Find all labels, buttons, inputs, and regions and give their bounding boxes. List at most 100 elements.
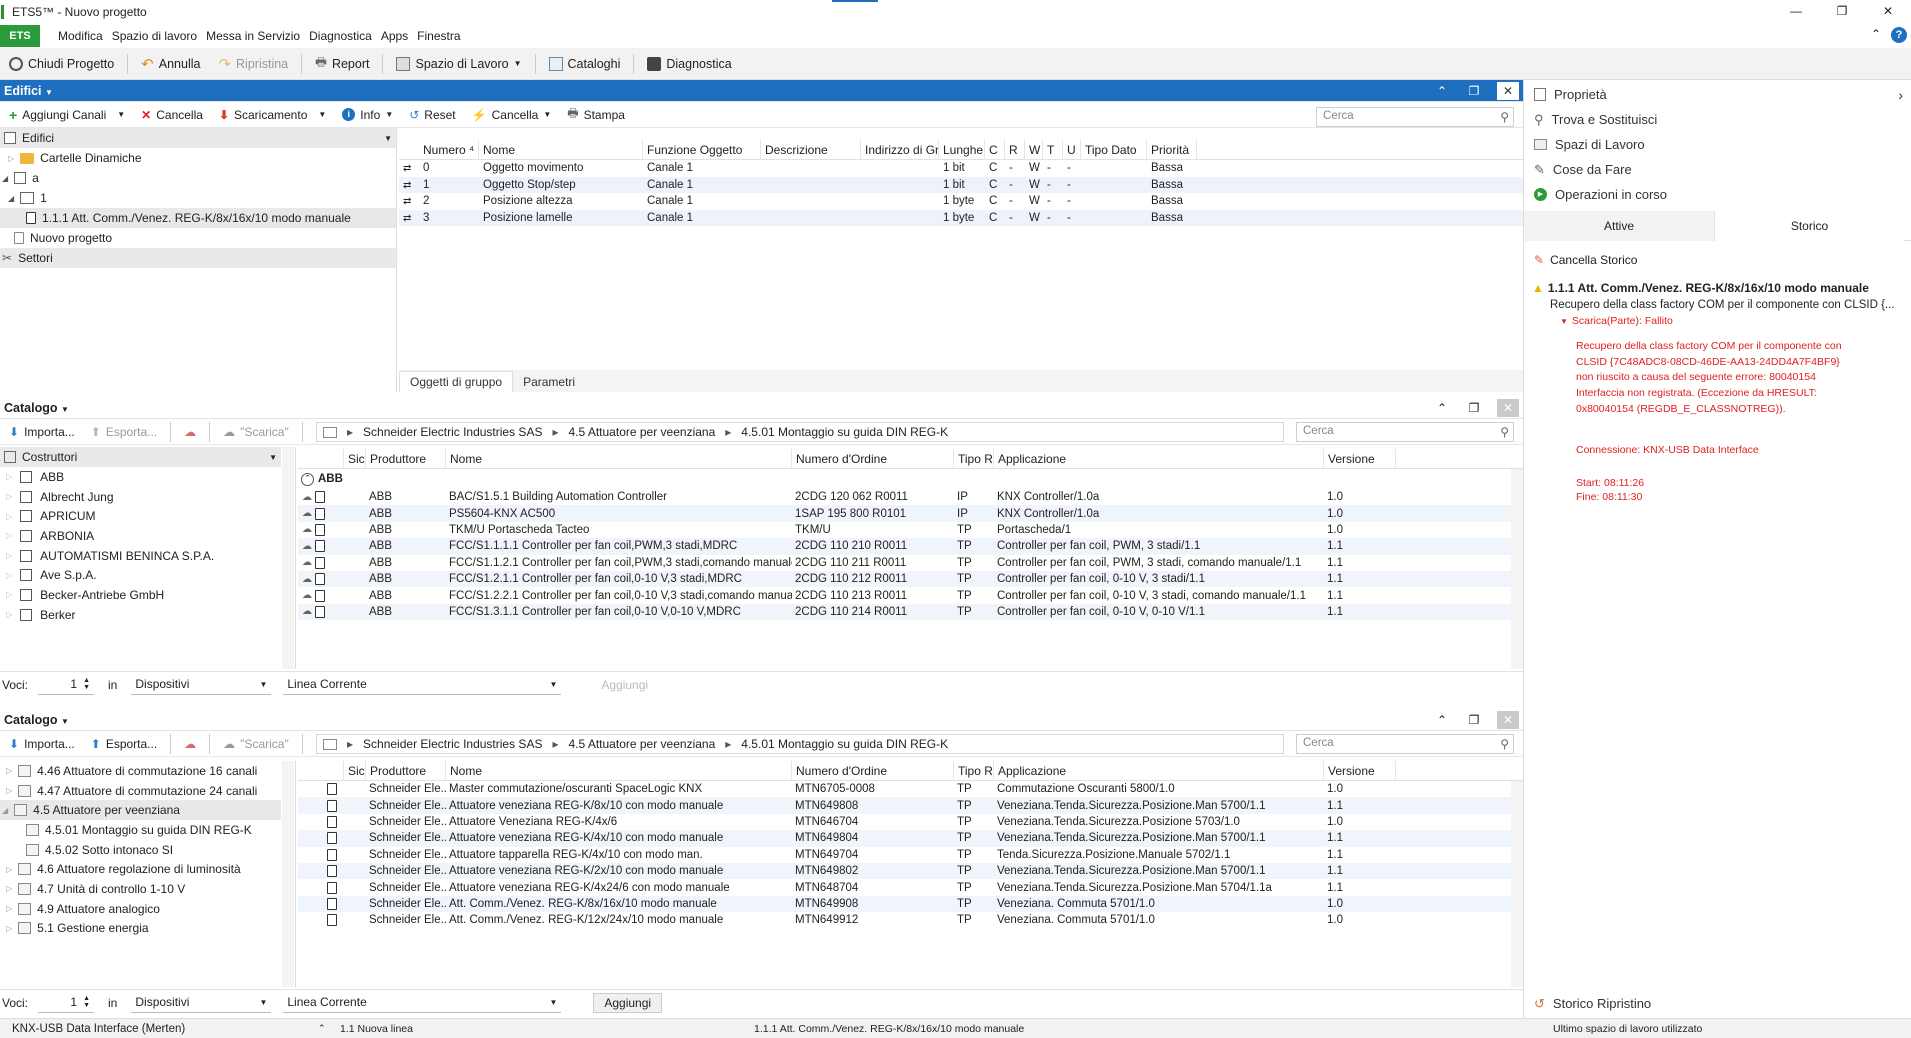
catalog-row[interactable]: Schneider Ele... Attuatore Veneziana REG-… (298, 814, 1523, 830)
export-button[interactable]: ⬆ Esporta... (84, 425, 164, 439)
voci-stepper[interactable]: 1 ▲ ▼ (38, 993, 95, 1013)
catalog-tree-item[interactable]: ▷ 4.47 Attuatore di commutazione 24 canal… (0, 781, 281, 801)
undo-button[interactable]: ↶ Annulla (132, 49, 209, 79)
catalog-row[interactable]: Schneider Ele... Attuatore veneziana REG-… (298, 879, 1523, 895)
col-applicazione[interactable]: Applicazione (994, 449, 1324, 469)
col-w[interactable]: W (1025, 139, 1043, 160)
catalog-row[interactable]: Schneider Ele... Att. Comm./Venez. REG-K/… (298, 912, 1523, 928)
catalog-row[interactable]: ☁ ABB FCC/S1.1.1.1 Controller per fan coil… (298, 538, 1523, 555)
group-row-abb[interactable]: ˆ ABB (298, 469, 1523, 489)
catalog-row[interactable]: Schneider Ele... Attuatore tapparella REG… (298, 847, 1523, 863)
object-row[interactable]: ⇄ 0 Oggetto movimento Canale 11 bit C - W - - Bas… (399, 160, 1523, 177)
catalog-download-button[interactable]: ☁ "Scarica" (216, 425, 296, 439)
maximize-panel-icon[interactable]: ❐ (1465, 713, 1483, 727)
catalog-tree-item[interactable]: 4.5.01 Montaggio su guida DIN REG-K (0, 820, 281, 840)
find-replace-item[interactable]: ⚲ Trova e Sostituisci (1524, 107, 1911, 132)
catalog-tree-item[interactable]: ◢ 4.5 Attuatore per veenziana (0, 800, 281, 821)
redo-button[interactable]: ↷ Ripristina (209, 49, 297, 79)
close-panel-icon[interactable]: ✕ (1497, 398, 1519, 417)
catalog-row[interactable]: Schneider Ele... Att. Comm./Venez. REG-K/… (298, 895, 1523, 913)
col-produttore[interactable]: Produttore (366, 449, 446, 469)
col-numero[interactable]: Numero ⁴ (419, 139, 479, 160)
col-nome[interactable]: Nome (446, 449, 792, 469)
col-versione[interactable]: Versione (1324, 761, 1396, 781)
tree-item-cartelle-dinamiche[interactable]: ▷ Cartelle Dinamiche (0, 148, 396, 168)
manufacturer-item[interactable]: ▷ ABB (0, 467, 295, 487)
manufacturer-item[interactable]: ▷ APRICUM (0, 506, 295, 526)
col-produttore[interactable]: Produttore (366, 761, 446, 781)
col-applicazione[interactable]: Applicazione (994, 761, 1324, 781)
catalog-download-button[interactable]: ☁ "Scarica" (216, 737, 296, 751)
import-button[interactable]: ⬇ Importa... (2, 737, 82, 751)
menu-item-diagnostica[interactable]: Diagnostica (309, 29, 372, 43)
collapse-icon[interactable]: ⌃ (1433, 713, 1451, 727)
menu-item-modifica[interactable]: Modifica (58, 29, 103, 43)
history-entry-title[interactable]: ▲ 1.1.1 Att. Comm./Venez. REG-K/8x/16x/10… (1524, 267, 1911, 295)
manufacturer-item[interactable]: ▷ Albrecht Jung (0, 487, 295, 507)
catalog-row[interactable]: ☁ ABB BAC/S1.5.1 Building Automation Contr… (298, 489, 1523, 505)
filter-select[interactable]: Dispositivi ▼ (131, 675, 272, 695)
col-indirizzo[interactable]: Indirizzo di Gr (861, 139, 939, 160)
breadcrumb-item[interactable]: 4.5 Attuatore per veenziana (568, 737, 715, 751)
line-select[interactable]: Linea Corrente ▼ (283, 675, 562, 695)
breadcrumb-item[interactable]: 4.5.01 Montaggio su guida DIN REG-K (741, 425, 948, 439)
col-numero-ordine[interactable]: Numero d'Ordine (792, 761, 954, 781)
catalog-row[interactable]: Schneider Ele... Attuatore veneziana REG-… (298, 797, 1523, 814)
voci-stepper[interactable]: 1 ▲ ▼ (38, 675, 95, 695)
tree-item-device[interactable]: 1.1.1 Att. Comm./Venez. REG-K/8x/16x/10 … (0, 208, 396, 228)
tree-item-nuovo-progetto[interactable]: Nuovo progetto (0, 228, 396, 248)
col-t[interactable]: T (1043, 139, 1063, 160)
menu-item-apps[interactable]: Apps (381, 29, 408, 43)
add-button[interactable]: Aggiungi (593, 992, 663, 1013)
status-interface[interactable]: KNX-USB Data Interface (Merten) (0, 1023, 318, 1035)
col-sic[interactable]: Sic (344, 449, 366, 469)
col-r[interactable]: R (1005, 139, 1025, 160)
manufacturer-item[interactable]: ▷ Becker-Antriebe GmbH (0, 585, 295, 605)
info-button[interactable]: i Info ▼ (335, 108, 400, 122)
chevron-up-icon[interactable]: ⌃ (1871, 27, 1881, 41)
breadcrumb-item[interactable]: 4.5.01 Montaggio su guida DIN REG-K (741, 737, 948, 751)
catalog1-search-input[interactable]: Cerca ⚲ (1296, 422, 1514, 442)
col-tipo[interactable]: Tipo R (954, 449, 994, 469)
unload-button[interactable]: ⚡ Cancella ▼ (465, 108, 559, 122)
manufacturer-item[interactable]: ▷ Berker (0, 605, 295, 625)
tab-oggetti-di-gruppo[interactable]: Oggetti di gruppo (399, 371, 514, 392)
catalog-row[interactable]: ☁ ABB FCC/S1.1.2.1 Controller per fan coil… (298, 555, 1523, 571)
workspaces-item[interactable]: Spazi di Lavoro (1524, 132, 1911, 157)
col-lunghezza[interactable]: Lunghe (939, 139, 985, 160)
catalog-row[interactable]: Schneider Ele... Master commutazione/oscu… (298, 781, 1523, 797)
close-icon[interactable]: ✕ (1865, 0, 1911, 22)
catalog-row[interactable]: ☁ ABB FCC/S1.3.1.1 Controller per fan coil… (298, 603, 1523, 621)
catalog-row[interactable]: Schneider Ele... Attuatore veneziana REG-… (298, 830, 1523, 847)
import-button[interactable]: ⬇ Importa... (2, 425, 82, 439)
line-select[interactable]: Linea Corrente ▼ (283, 993, 562, 1013)
col-tipo[interactable]: Tipo R (954, 761, 994, 781)
maximize-panel-icon[interactable]: ❐ (1465, 401, 1483, 415)
col-u[interactable]: U (1063, 139, 1081, 160)
edifici-title-dropdown[interactable]: Edifici ▼ (0, 84, 53, 98)
diagnostics-button[interactable]: Diagnostica (638, 49, 740, 79)
tree-item-1[interactable]: ◢ 1 (0, 188, 396, 208)
col-funzione-oggetto[interactable]: Funzione Oggetto (643, 139, 761, 160)
todo-item[interactable]: ✎ Cose da Fare (1524, 157, 1911, 182)
catalog-row[interactable]: ☁ ABB PS5604-KNX AC500 1SAP 195 800 R0101 IP… (298, 505, 1523, 522)
catalog-tree-item[interactable]: ▷ 4.9 Attuatore analogico (0, 899, 281, 919)
tree-header-edifici[interactable]: Edifici ▼ (0, 128, 396, 148)
edifici-search-input[interactable]: Cerca ⚲ (1316, 107, 1514, 127)
tab-attive[interactable]: Attive (1524, 210, 1714, 241)
col-nome[interactable]: Nome (479, 139, 643, 160)
object-row[interactable]: ⇄ 1 Oggetto Stop/step Canale 11 bit C - W - - Bas… (399, 176, 1523, 193)
catalog-row[interactable]: Schneider Ele... Attuatore veneziana REG-… (298, 862, 1523, 880)
grid-scrollbar[interactable] (1511, 781, 1523, 987)
manufacturer-item[interactable]: ▷ AUTOMATISMI BENINCA S.P.A. (0, 546, 295, 566)
tree-header-costruttori[interactable]: Costruttori ▼ (0, 447, 281, 467)
properties-item[interactable]: Proprietà › (1524, 82, 1911, 107)
col-priorita[interactable]: Priorità (1147, 139, 1197, 160)
help-icon[interactable]: ? (1891, 27, 1907, 43)
tree-header-settori[interactable]: ✂ Settori (0, 248, 396, 268)
pending-operations-item[interactable]: ▶ Operazioni in corso (1524, 182, 1911, 207)
restore-history-item[interactable]: ↺ Storico Ripristino (1524, 991, 1651, 1016)
close-panel-icon[interactable]: ✕ (1497, 710, 1519, 729)
menu-item-messa-in-servizio[interactable]: Messa in Servizio (206, 29, 300, 43)
catalog-tree-item[interactable]: ▷ 5.1 Gestione energia (0, 919, 281, 939)
